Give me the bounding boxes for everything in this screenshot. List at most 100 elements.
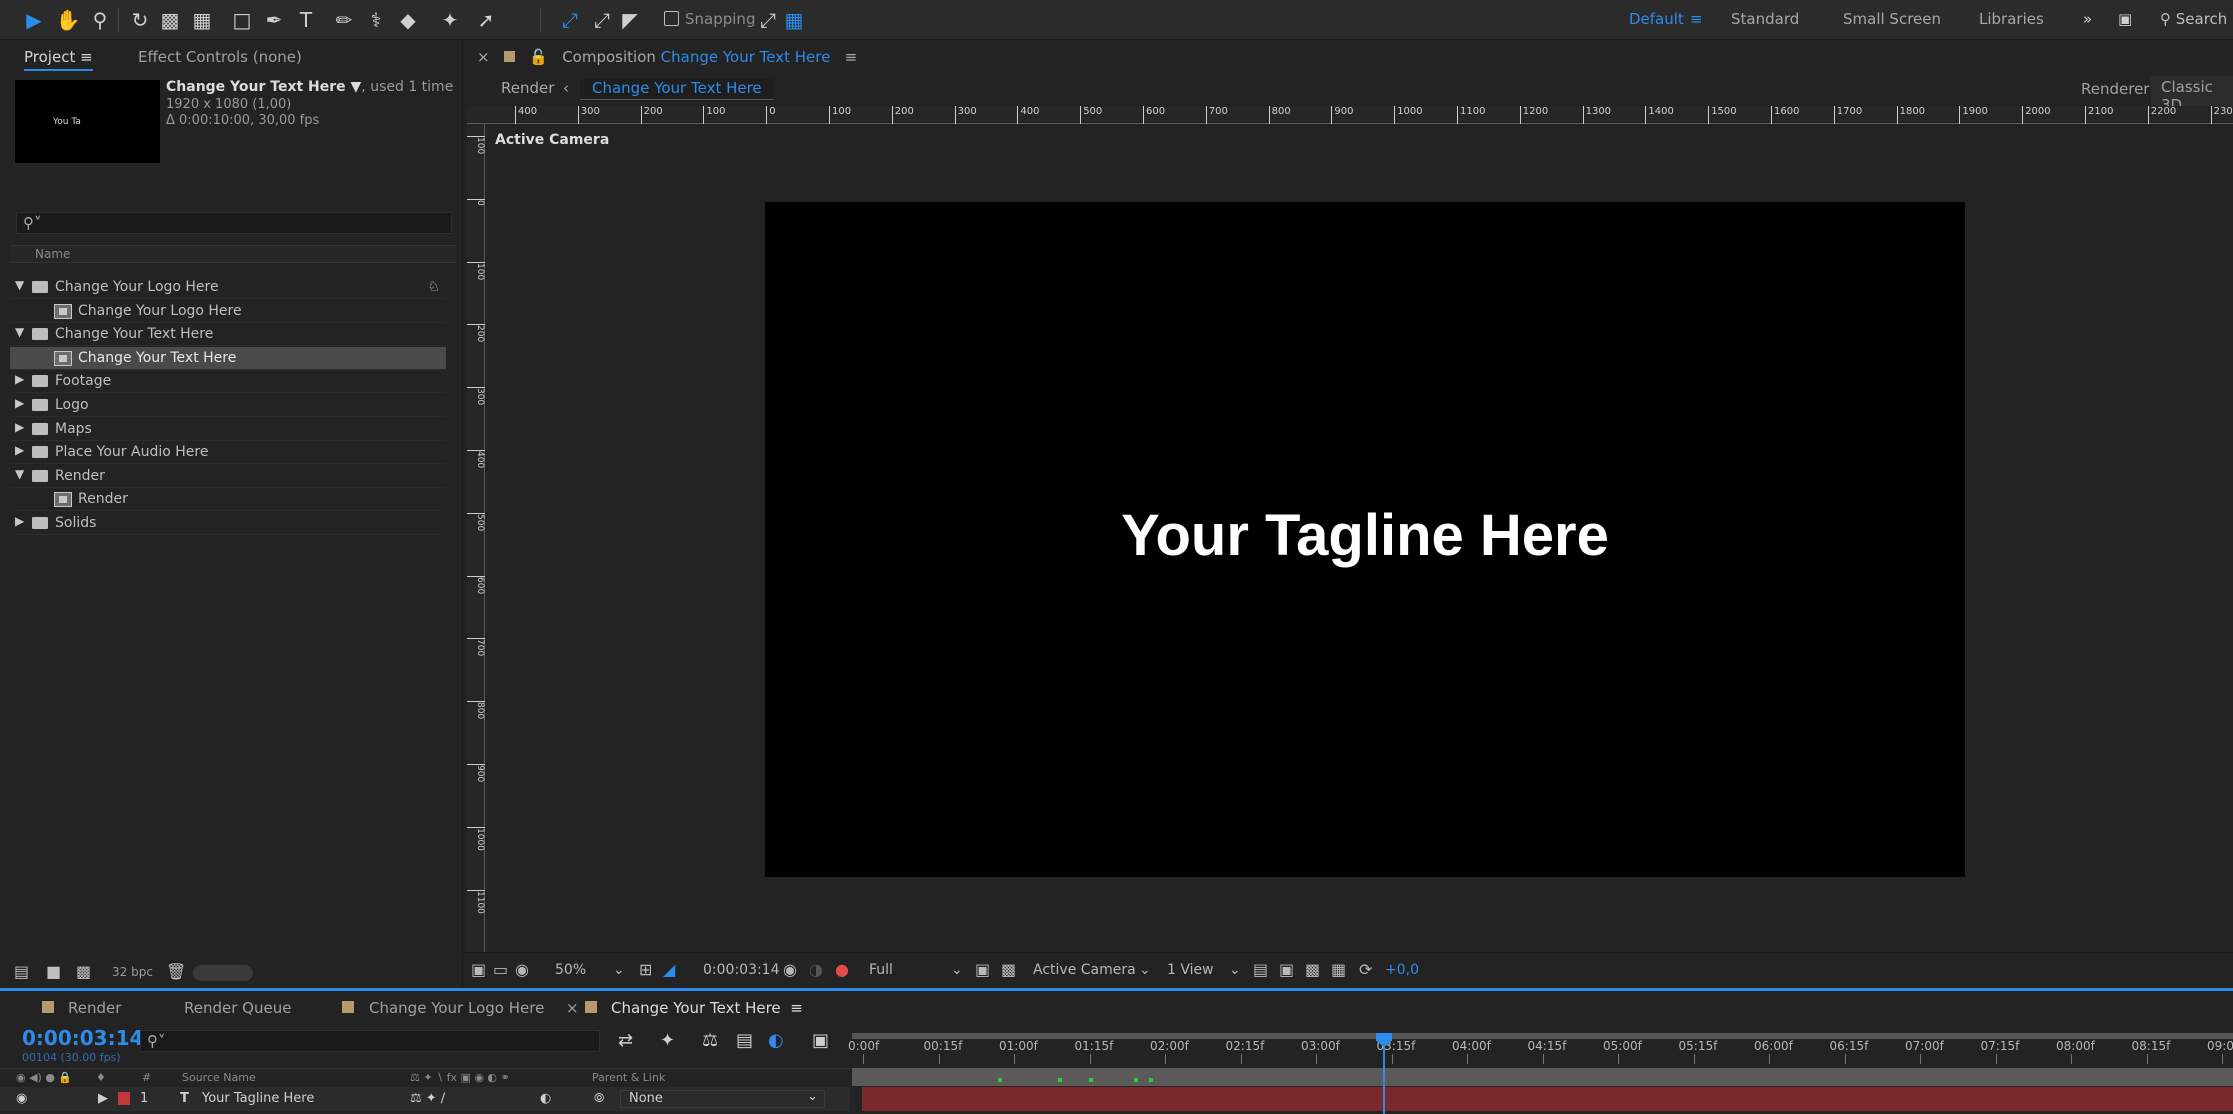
project-folder-row[interactable]: ▶ Logo xyxy=(10,394,446,417)
workspace-layout-icon[interactable]: ▣ xyxy=(2118,10,2132,28)
timeline-icon[interactable]: ▩ xyxy=(1305,960,1320,979)
pan-behind-tool-icon[interactable]: ▦ xyxy=(188,6,216,34)
zoom-select[interactable]: 50% xyxy=(555,962,586,978)
workspace-standard[interactable]: Standard xyxy=(1731,10,1799,28)
snap-options-icon[interactable]: ⤢ xyxy=(754,6,782,34)
view-layout-select[interactable]: 1 View xyxy=(1167,962,1214,978)
workspace-menu-icon[interactable]: ≡ xyxy=(1690,10,1703,28)
show-snapshot-icon[interactable]: ◑ xyxy=(809,960,823,979)
snap-grid-icon[interactable]: ▦ xyxy=(780,6,808,34)
more-workspaces-icon[interactable]: » xyxy=(2083,10,2092,28)
parent-select[interactable]: None ⌄ xyxy=(620,1089,825,1108)
zoom-tool-icon[interactable]: ⚲ xyxy=(86,6,114,34)
workspace-libraries[interactable]: Libraries xyxy=(1979,10,2044,28)
project-column-header[interactable]: Name xyxy=(10,245,456,263)
close-icon[interactable]: × xyxy=(566,999,579,1017)
chevron-down-icon[interactable]: ⌄ xyxy=(1229,962,1241,978)
world-axis-mode-icon[interactable]: ⤢ xyxy=(588,6,616,34)
mask-visibility-icon[interactable]: ◉ xyxy=(515,960,529,979)
safe-zones-icon[interactable]: ⊞ xyxy=(639,960,652,979)
chevron-down-icon[interactable]: ⌄ xyxy=(1139,962,1151,978)
camera-view-select[interactable]: Active Camera xyxy=(1033,962,1136,978)
project-folder-row[interactable]: ▼ Change Your Logo Here ♘ xyxy=(10,276,446,299)
horizontal-ruler[interactable]: 400 300 200 100 0 100 200 300 400 500 600 700 800 900… xyxy=(467,106,2233,124)
track-area[interactable] xyxy=(852,1068,2233,1086)
time-ruler[interactable]: 0:00f 00:15f 01:00f 01:15f 02:00f 02:15f 03:00… xyxy=(848,1039,2233,1065)
rectangle-tool-icon[interactable]: □ xyxy=(228,6,256,34)
exposure-value[interactable]: +0,0 xyxy=(1385,962,1419,978)
expand-icon[interactable]: ▶ xyxy=(15,420,24,434)
monitor-icon[interactable]: ▭ xyxy=(493,960,508,979)
graph-editor-icon[interactable]: ▣ xyxy=(812,1030,829,1051)
project-folder-row[interactable]: ▶ Footage xyxy=(10,370,446,394)
selected-item-title[interactable]: Change Your Text Here ▼, used 1 time xyxy=(166,79,453,95)
layer-duration-bar[interactable] xyxy=(862,1087,2233,1111)
tab-render-queue[interactable]: Render Queue xyxy=(184,999,291,1017)
timeline-search-input[interactable]: ⚲˅ xyxy=(140,1030,600,1052)
composition-canvas[interactable]: Your Tagline Here xyxy=(765,202,1965,877)
current-time-display[interactable]: 0:00:03:14 xyxy=(703,962,780,978)
keyframe-marker[interactable] xyxy=(1148,1078,1153,1082)
keyframe-marker[interactable] xyxy=(1058,1078,1063,1082)
selection-tool-icon[interactable]: ▶ xyxy=(20,6,48,34)
keyframe-marker[interactable] xyxy=(1133,1078,1138,1082)
toggle-pixel-aspect-icon[interactable]: ▤ xyxy=(1253,960,1268,979)
project-comp-row[interactable]: Change Your Logo Here xyxy=(10,300,446,323)
chevron-down-icon[interactable]: ⌄ xyxy=(613,962,625,978)
always-preview-icon[interactable]: ▣ xyxy=(471,960,486,979)
project-comp-row[interactable]: Render xyxy=(10,488,446,512)
new-composition-icon[interactable]: ▩ xyxy=(76,962,91,981)
snapping-checkbox[interactable] xyxy=(664,11,679,26)
collapse-icon[interactable]: ▼ xyxy=(15,278,24,292)
layer-name[interactable]: Your Tagline Here xyxy=(202,1091,314,1106)
tab-change-your-logo-here[interactable]: Change Your Logo Here xyxy=(369,999,544,1017)
collapse-icon[interactable]: ▼ xyxy=(15,325,24,339)
composition-flowchart-icon[interactable]: ⇄ xyxy=(618,1030,633,1051)
search-help[interactable]: ⚲ Search xyxy=(2160,10,2227,28)
workspace-small-screen[interactable]: Small Screen xyxy=(1843,10,1941,28)
vertical-ruler[interactable]: 100 0 100 200 300 400 500 600 700 800 900 1000 1100 xyxy=(467,124,485,952)
resolution-select[interactable]: Full xyxy=(869,962,893,978)
pickwhip-icon[interactable]: ⦾ xyxy=(594,1091,604,1106)
flowchart-icon[interactable]: ▦ xyxy=(1331,960,1346,979)
expand-icon[interactable]: ▶ xyxy=(15,372,24,386)
type-tool-icon[interactable]: T xyxy=(292,6,320,34)
breadcrumb-current[interactable]: Change Your Text Here xyxy=(580,79,774,100)
camera-tool-icon[interactable]: ▩ xyxy=(156,6,184,34)
switches-icon[interactable]: ⚖ ✦ ∕ xyxy=(410,1091,445,1106)
flowchart-icon[interactable]: ♘ xyxy=(427,279,440,295)
expand-icon[interactable]: ▶ xyxy=(15,443,24,457)
collapse-icon[interactable]: ▼ xyxy=(15,467,24,481)
workspace-default[interactable]: Default xyxy=(1629,10,1684,28)
chevron-down-icon[interactable]: ⌄ xyxy=(951,962,963,978)
roto-brush-tool-icon[interactable]: ✦ xyxy=(436,6,464,34)
project-folder-row[interactable]: ▶ Solids xyxy=(10,512,446,535)
render-icon[interactable]: ▣ xyxy=(1279,960,1294,979)
eraser-tool-icon[interactable]: ◆ xyxy=(394,6,422,34)
fast-previews-icon[interactable]: ▣ xyxy=(975,960,990,979)
region-of-interest-icon[interactable]: ◢ xyxy=(663,960,675,979)
layer-label-color[interactable] xyxy=(118,1092,130,1105)
motion-blur-icon[interactable]: ◐ xyxy=(540,1091,551,1106)
tab-effect-controls[interactable]: Effect Controls (none) xyxy=(138,48,302,66)
draft-3d-icon[interactable]: ✦ xyxy=(660,1030,675,1051)
local-axis-mode-icon[interactable]: ⤢ xyxy=(556,6,584,34)
view-axis-mode-icon[interactable]: ◤ xyxy=(616,6,644,34)
interpret-footage-icon[interactable]: ▤ xyxy=(14,962,29,981)
tab-render[interactable]: Render xyxy=(68,999,121,1017)
hand-tool-icon[interactable]: ✋ xyxy=(54,6,82,34)
breadcrumb-render[interactable]: Render xyxy=(501,79,554,97)
motion-blur-icon[interactable]: ◐ xyxy=(768,1030,784,1051)
tab-project[interactable]: Project ≡ xyxy=(24,48,93,71)
composition-tab[interactable]: × 🔓 Composition Change Your Text Here ≡ xyxy=(477,48,857,66)
project-folder-row[interactable]: ▶ Maps xyxy=(10,418,446,441)
transparency-grid-icon[interactable]: ▩ xyxy=(1001,960,1016,979)
project-comp-row[interactable]: Change Your Text Here xyxy=(10,346,446,370)
tagline-text[interactable]: Your Tagline Here xyxy=(765,502,1965,569)
keyframe-marker[interactable] xyxy=(1088,1078,1093,1082)
project-search-input[interactable]: ⚲˅ xyxy=(16,212,452,234)
eye-icon[interactable]: ◉ xyxy=(16,1091,27,1106)
rotation-tool-icon[interactable]: ↻ xyxy=(126,6,154,34)
project-folder-row[interactable]: ▼ Change Your Text Here xyxy=(10,323,446,347)
clone-stamp-tool-icon[interactable]: ⚕ xyxy=(362,6,390,34)
